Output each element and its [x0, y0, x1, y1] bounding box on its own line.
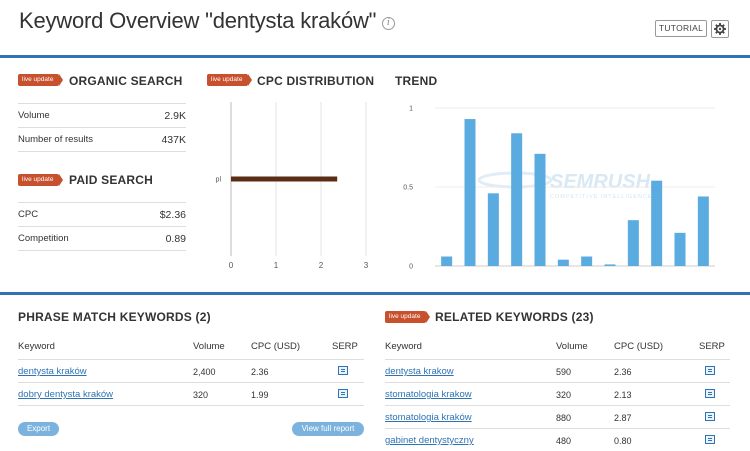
gear-icon [714, 23, 726, 35]
cpc-cell: 2.13 [614, 390, 632, 400]
organic-results-row: Number of results 437K [18, 128, 186, 152]
keyword-link[interactable]: dentysta kraków [18, 366, 87, 377]
cpc-bar [231, 176, 338, 182]
trend-bar [441, 256, 453, 266]
trend-bar [534, 153, 546, 266]
trend-bar [581, 256, 593, 266]
cpc-cell: 1.99 [251, 390, 269, 400]
divider [385, 359, 730, 360]
divider [385, 428, 730, 429]
trend-bar [511, 133, 523, 266]
trend-chart: SEMRUSH COMPETITIVE INTELLIGENCE 0 0.5 1 [403, 106, 715, 271]
cpc-distribution-title: CPC DISTRIBUTION [257, 74, 375, 88]
export-button[interactable]: Export [18, 422, 59, 436]
keyword-link[interactable]: stomatologia kraków [385, 412, 472, 423]
row-label: Number of results [18, 134, 93, 145]
keyword-link[interactable]: stomatologia krakow [385, 389, 472, 400]
cpc-cell: 2.36 [614, 367, 632, 377]
divider [385, 382, 730, 383]
trend-title: TREND [395, 74, 438, 88]
cpc-cell: 2.36 [251, 367, 269, 377]
divider [18, 359, 364, 360]
live-update-badge: live update [18, 174, 64, 186]
volume-cell: 480 [556, 436, 572, 446]
view-full-report-button[interactable]: View full report [292, 422, 364, 436]
serp-icon[interactable] [705, 412, 715, 421]
col-cpc: CPC (USD) [614, 341, 664, 352]
col-volume: Volume [193, 341, 225, 352]
live-update-badge: live update [18, 74, 64, 86]
cpc-cell: 2.87 [614, 413, 632, 423]
y-tick-label: 1 [409, 106, 413, 113]
serp-icon[interactable] [705, 435, 715, 444]
volume-cell: 320 [193, 390, 209, 400]
serp-icon[interactable] [338, 366, 348, 375]
row-value: $2.36 [159, 209, 186, 221]
live-update-badge: live update [385, 311, 431, 323]
col-keyword: Keyword [18, 341, 55, 352]
trend-bar [697, 196, 709, 266]
semrush-watermark: SEMRUSH [550, 171, 651, 193]
divider [18, 405, 364, 406]
cpc-distribution-chart: 0 1 2 3 pl [216, 102, 369, 270]
tutorial-button[interactable]: TUTORIAL [655, 20, 707, 37]
trend-bar [557, 259, 569, 266]
organic-volume-row: Volume 2.9K [18, 104, 186, 128]
col-keyword: Keyword [385, 341, 422, 352]
x-tick-label: 1 [274, 261, 279, 270]
section-divider [0, 292, 750, 295]
col-volume: Volume [556, 341, 588, 352]
keyword-link[interactable]: dobry dentysta kraków [18, 389, 113, 400]
trend-bar [674, 232, 686, 266]
col-cpc: CPC (USD) [251, 341, 301, 352]
row-value: 437K [161, 134, 186, 146]
paid-competition-row: Competition 0.89 [18, 227, 186, 251]
divider [18, 382, 364, 383]
divider [385, 405, 730, 406]
y-tick-label: 0 [409, 264, 413, 271]
semrush-watermark-sub: COMPETITIVE INTELLIGENCE [550, 194, 653, 200]
y-category-label: pl [216, 177, 222, 184]
live-update-badge: live update [207, 74, 253, 86]
trend-bar [487, 193, 499, 266]
row-label: CPC [18, 209, 39, 220]
row-label: Volume [18, 110, 50, 121]
x-tick-label: 2 [319, 261, 324, 270]
keyword-link[interactable]: dentysta krakow [385, 366, 454, 377]
x-tick-label: 0 [229, 261, 234, 270]
volume-cell: 2,400 [193, 367, 216, 377]
trend-bar [651, 180, 663, 266]
page-header: Keyword Overview "dentysta kraków" i TUT… [0, 0, 750, 58]
volume-cell: 880 [556, 413, 572, 423]
paid-cpc-row: CPC $2.36 [18, 203, 186, 227]
phrase-match-title: PHRASE MATCH KEYWORDS (2) [18, 310, 211, 324]
keyword-link[interactable]: gabinet dentystyczny [385, 435, 474, 446]
row-label: Competition [18, 233, 69, 244]
trend-bar [627, 220, 639, 266]
cpc-cell: 0.80 [614, 436, 632, 446]
row-value: 0.89 [165, 233, 186, 245]
trend-bar [604, 264, 616, 266]
x-tick-label: 3 [364, 261, 369, 270]
page-title: Keyword Overview "dentysta kraków" [19, 8, 377, 33]
trend-bar [464, 119, 476, 266]
paid-search-title: PAID SEARCH [69, 173, 153, 187]
volume-cell: 320 [556, 390, 572, 400]
volume-cell: 590 [556, 367, 572, 377]
row-value: 2.9K [164, 110, 186, 122]
related-keywords-title: RELATED KEYWORDS (23) [435, 310, 594, 324]
col-serp: SERP [699, 341, 725, 352]
settings-button[interactable] [711, 20, 729, 38]
serp-icon[interactable] [338, 389, 348, 398]
col-serp: SERP [332, 341, 358, 352]
serp-icon[interactable] [705, 366, 715, 375]
serp-icon[interactable] [705, 389, 715, 398]
organic-search-title: ORGANIC SEARCH [69, 74, 183, 88]
info-icon[interactable]: i [382, 17, 395, 30]
y-tick-label: 0.5 [403, 185, 413, 192]
